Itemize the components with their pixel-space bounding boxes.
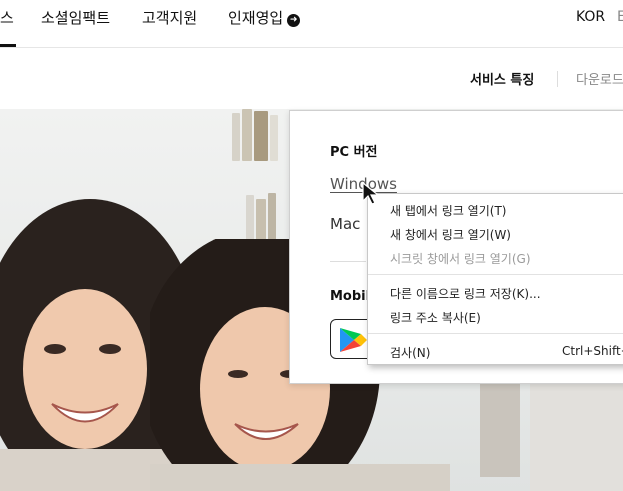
subnav-divider (557, 71, 558, 87)
top-navigation: 스 소셜임팩트 고객지원 인재영입 ➜ KOR E (0, 0, 623, 48)
ctx-separator (368, 333, 623, 334)
nav-item-careers[interactable]: 인재영입 ➜ (228, 7, 301, 28)
mac-download-link[interactable]: Mac (330, 215, 360, 233)
ctx-save-link-as[interactable]: 다른 이름으로 링크 저장(K)... (390, 285, 541, 302)
context-menu: 새 탭에서 링크 열기(T) 새 창에서 링크 열기(W) 시크릿 창에서 링크… (367, 193, 623, 365)
subnav-download[interactable]: 다운로드 (576, 69, 623, 88)
ctx-open-incognito[interactable]: 시크릿 창에서 링크 열기(G) (390, 250, 531, 267)
nav-item-social-impact[interactable]: 소셜임팩트 (41, 7, 110, 28)
nav-item-careers-label: 인재영입 (228, 9, 284, 27)
ctx-inspect[interactable]: 검사(N) (390, 344, 430, 361)
nav-active-indicator (0, 44, 16, 47)
ctx-inspect-shortcut: Ctrl+Shift+ (562, 344, 623, 358)
ctx-copy-link-address[interactable]: 링크 주소 복사(E) (390, 309, 481, 326)
pc-version-title: PC 버전 (330, 145, 378, 160)
arrow-right-circle-icon: ➜ (287, 14, 301, 27)
panel-divider (330, 261, 366, 262)
nav-item-partial[interactable]: 스 (0, 7, 14, 28)
subnav-service-features[interactable]: 서비스 특징 (470, 69, 534, 88)
ctx-separator (368, 274, 623, 275)
ctx-open-new-window[interactable]: 새 창에서 링크 열기(W) (390, 226, 511, 243)
mouse-pointer-icon (362, 182, 380, 205)
mobile-version-title: Mobil (330, 289, 371, 304)
background-decor (480, 367, 623, 491)
ctx-open-new-tab[interactable]: 새 탭에서 링크 열기(T) (390, 202, 506, 219)
nav-item-support[interactable]: 고객지원 (142, 7, 197, 28)
language-option-partial[interactable]: E (617, 9, 623, 25)
language-selector[interactable]: KOR (576, 9, 605, 25)
sub-navigation: 서비스 특징 다운로드 (0, 49, 623, 109)
